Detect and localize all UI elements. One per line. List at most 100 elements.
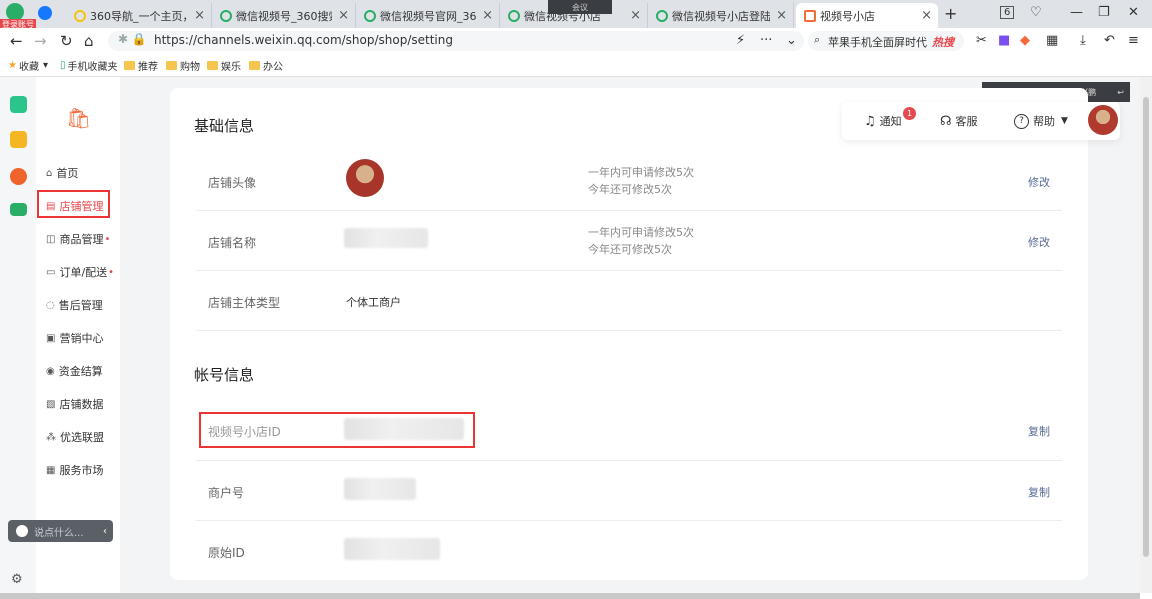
modify-avatar-link[interactable]: 修改	[1028, 174, 1050, 190]
copy-merchant-link[interactable]: 复制	[1028, 484, 1050, 500]
scissors-icon[interactable]: ✂	[976, 33, 987, 48]
bookmark-mobile[interactable]: ▯ 手机收藏夹	[60, 58, 118, 73]
close-icon[interactable]: ×	[921, 8, 932, 23]
help-button[interactable]: ? 帮助 ▼	[1014, 113, 1068, 129]
marketing-icon: ▣	[46, 332, 56, 344]
close-icon[interactable]: ×	[482, 8, 493, 23]
modify-name-link[interactable]: 修改	[1028, 234, 1050, 250]
tab-list-icon[interactable]	[38, 6, 52, 20]
sidebar-item-store[interactable]: ▤ 店铺管理	[46, 198, 103, 214]
horizontal-scrollbar[interactable]	[0, 593, 1140, 599]
menu-icon[interactable]: ≡	[1128, 33, 1139, 48]
sidebar-item-goods[interactable]: ◫ 商品管理 •	[46, 231, 110, 247]
lightning-icon[interactable]: ⚡	[736, 33, 745, 48]
new-tab-icon[interactable]: +	[944, 4, 957, 23]
apps-icon[interactable]: ▦	[1046, 33, 1058, 48]
close-icon[interactable]: ×	[338, 8, 349, 23]
url-text: https://channels.weixin.qq.com/shop/shop…	[154, 33, 453, 47]
user-avatar[interactable]	[1088, 105, 1118, 135]
star-icon: ★	[8, 60, 17, 71]
search-box[interactable]: ⌕ 苹果手机全面屏时代 热搜	[808, 31, 964, 51]
settings-icon[interactable]: ⚙	[11, 572, 23, 587]
divider	[196, 210, 1062, 211]
minimize-icon[interactable]: —	[1070, 5, 1083, 20]
window-close-icon[interactable]: ✕	[1128, 5, 1139, 20]
undo-icon[interactable]: ↶	[1104, 33, 1115, 48]
shop-name-label: 店铺名称	[208, 236, 257, 250]
skin-icon[interactable]: ♡	[1030, 5, 1042, 20]
bookmark-favorites[interactable]: ★ 收藏 ▾	[8, 58, 48, 73]
game-icon[interactable]: ◆	[1020, 33, 1030, 48]
tab-search-4[interactable]: 微信视频号小店登陆入口×	[648, 3, 794, 28]
name-hint: 一年内可申请修改5次 今年还可修改5次	[588, 226, 694, 256]
bookmark-recommend[interactable]: 推荐	[124, 58, 158, 73]
search-text: 苹果手机全面屏时代	[828, 36, 927, 49]
weibo-icon[interactable]	[10, 168, 27, 185]
sidebar-item-alliance[interactable]: ⁂ 优选联盟	[46, 429, 104, 445]
service-button[interactable]: ☊ 客服	[940, 113, 978, 129]
home-icon: ⌂	[46, 167, 53, 179]
tab-count-icon[interactable]: 6	[1000, 6, 1015, 19]
shop-id-label: 视频号小店ID	[208, 425, 281, 439]
sidebar-item-marketing[interactable]: ▣ 营销中心	[46, 330, 103, 346]
divider	[196, 520, 1062, 521]
meeting-indicator[interactable]: 会议	[548, 0, 612, 14]
store-icon: ▤	[46, 200, 56, 212]
merchant-label: 商户号	[208, 486, 245, 500]
close-icon[interactable]: ×	[630, 8, 641, 23]
merchant-redacted	[344, 478, 416, 500]
home-nav-icon[interactable]: ⌂	[84, 32, 94, 50]
tab-favicon-icon	[74, 9, 86, 22]
chevron-down-icon: ▾	[42, 60, 48, 71]
vertical-scrollbar[interactable]	[1140, 77, 1152, 593]
reload-icon[interactable]: ↻	[60, 32, 73, 50]
favorite-app-icon[interactable]	[10, 131, 27, 148]
download-icon[interactable]: ⤓	[1080, 33, 1086, 48]
bookmark-shopping[interactable]: 购物	[166, 58, 200, 73]
more-icon[interactable]: ···	[760, 33, 772, 48]
url-bar[interactable]: ✱ 🔒 https://channels.weixin.qq.com/shop/…	[108, 31, 804, 51]
account-info-title: 帐号信息	[194, 366, 255, 384]
avatar-hint: 一年内可申请修改5次 今年还可修改5次	[588, 166, 694, 196]
mail-icon[interactable]	[10, 203, 27, 216]
sidebar-item-market[interactable]: ▦ 服务市场	[46, 462, 103, 478]
copy-shop-id-link[interactable]: 复制	[1028, 423, 1050, 439]
sidebar-item-orders[interactable]: ▭ 订单/配送 •	[46, 264, 114, 280]
forward-icon[interactable]: →	[34, 32, 47, 50]
tab-360-nav[interactable]: 360导航_一个主页，整个×	[66, 3, 212, 28]
market-icon: ▦	[46, 464, 56, 476]
close-icon[interactable]: ×	[776, 8, 787, 23]
tab-search-1[interactable]: 微信视频号_360搜索 ×	[212, 3, 356, 28]
tab-shop[interactable]: 视频号小店 ×	[796, 3, 938, 28]
bag-icon: ◫	[46, 233, 56, 245]
collapse-icon[interactable]: ‹	[103, 526, 107, 537]
ext-icon[interactable]: ■	[998, 33, 1010, 48]
restore-icon[interactable]: ❐	[1098, 5, 1110, 20]
sidebar-item-data[interactable]: ▧ 店铺数据	[46, 396, 103, 412]
money-icon: ◉	[46, 365, 55, 377]
tab-favicon-icon	[220, 9, 232, 22]
bookmark-office[interactable]: 办公	[249, 58, 283, 73]
dropdown-icon[interactable]: ⌄	[786, 33, 797, 48]
chat-input[interactable]: 说点什么... ‹	[8, 520, 113, 542]
original-id-redacted	[344, 538, 440, 560]
close-icon[interactable]: ×	[194, 8, 205, 23]
shop-id-redacted	[344, 418, 464, 440]
search-icon: ⌕	[814, 33, 821, 46]
tab-favicon-icon	[364, 9, 376, 22]
sidebar-item-aftersale[interactable]: ◌ 售后管理	[46, 297, 103, 313]
tab-search-2[interactable]: 微信视频号官网_360搜索×	[356, 3, 500, 28]
back-icon[interactable]: ←	[10, 32, 23, 50]
sidebar-item-home[interactable]: ⌂ 首页	[46, 165, 78, 181]
back-arrow-icon[interactable]: ↩	[1117, 88, 1124, 97]
sidebar-item-settlement[interactable]: ◉ 资金结算	[46, 363, 103, 379]
shop-logo-icon: 🛍	[66, 106, 92, 130]
aftersale-icon: ◌	[46, 299, 55, 311]
original-id-label: 原始ID	[208, 546, 245, 560]
plus-app-icon[interactable]	[10, 96, 27, 113]
notify-badge: 1	[903, 107, 916, 120]
bookmark-entertainment[interactable]: 娱乐	[207, 58, 241, 73]
scroll-thumb[interactable]	[1143, 97, 1149, 557]
notify-button[interactable]: ♫ 通知	[864, 113, 902, 129]
chevron-down-icon: ▼	[1061, 116, 1068, 126]
